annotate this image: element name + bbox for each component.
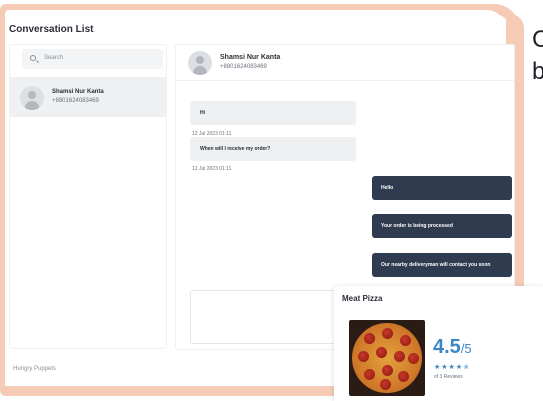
pepperoni <box>400 335 411 346</box>
outgoing-message: Our nearby deliveryman will contact you … <box>372 253 512 277</box>
search-icon <box>30 55 36 61</box>
page-title: Conversation List <box>9 24 94 35</box>
pepperoni <box>398 371 409 382</box>
brand-footer: Hungry Puppets <box>13 366 57 372</box>
rating-score: 4.5 <box>433 336 461 358</box>
search-placeholder: Search <box>44 55 64 61</box>
pepperoni <box>408 353 419 364</box>
incoming-message: Hi <box>190 101 356 125</box>
product-image <box>349 320 425 396</box>
search-input[interactable]: Search <box>22 49 163 69</box>
conversation-name: Shamsi Nur Kanta <box>52 89 104 95</box>
chat-contact-phone: +8801624083469 <box>220 64 267 70</box>
star-rating-icons: ★★★★✯ <box>434 364 470 371</box>
outgoing-message: Hello <box>372 176 512 200</box>
chat-header: Shamsi Nur Kanta +8801624083469 <box>176 45 514 81</box>
review-count: of 3 Reviews <box>434 374 463 380</box>
rating-value: 4.5/5 <box>433 336 472 359</box>
product-title: Meat Pizza <box>342 294 383 303</box>
pepperoni <box>364 333 375 344</box>
pepperoni <box>358 351 369 362</box>
incoming-message: When will I receive my order? <box>190 137 356 161</box>
pizza-graphic <box>352 323 422 393</box>
rating-max: /5 <box>460 341 472 356</box>
pepperoni <box>364 369 375 380</box>
clipped-heading-text-2: b <box>532 58 543 85</box>
outgoing-message: Your order is being processed <box>372 214 512 238</box>
conversation-list-panel: Search Shamsi Nur Kanta +8801624083469 <box>9 44 167 349</box>
pepperoni <box>380 379 391 390</box>
pepperoni <box>394 351 405 362</box>
chat-avatar <box>188 51 212 75</box>
screenshot-stage: C b Conversation List Search Shamsi Nur … <box>0 0 543 401</box>
message-timestamp: 12 Jul 2023 01:11 <box>192 166 232 172</box>
clipped-heading-text: C <box>532 26 543 53</box>
conversation-item[interactable]: Shamsi Nur Kanta +8801624083469 <box>10 77 167 117</box>
pepperoni <box>376 347 387 358</box>
pepperoni <box>382 365 393 376</box>
product-card[interactable]: Meat Pizza 4.5/5 ★★★★✯ of 3 Reviews <box>334 286 543 401</box>
pepperoni <box>382 328 393 339</box>
conversation-phone: +8801624083469 <box>52 98 99 104</box>
avatar <box>20 86 44 110</box>
chat-contact-name: Shamsi Nur Kanta <box>220 54 281 61</box>
